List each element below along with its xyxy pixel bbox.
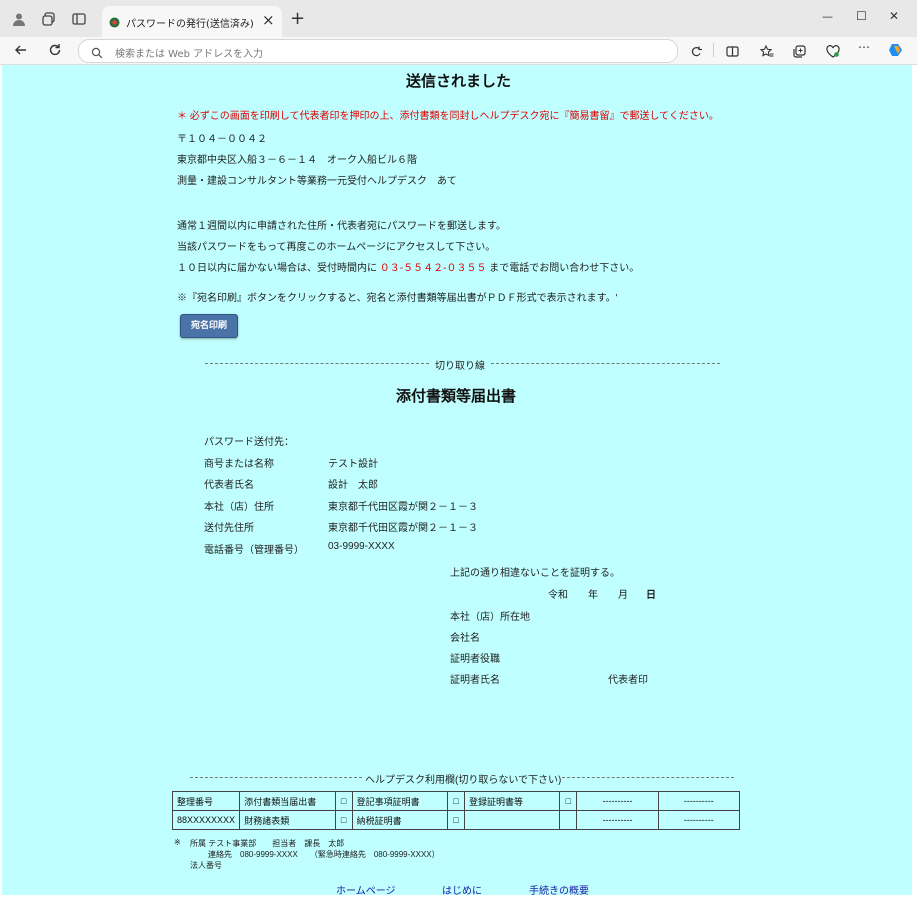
mailing-notice: ＊ 必ずこの画面を印刷して代表者印を押印の上、添付書類を同封しヘルプデスク宛に『… (177, 111, 719, 122)
form-label: 本社（店）住所 (204, 502, 274, 513)
more-options-icon[interactable]: ⋯ (858, 40, 870, 54)
table-cell: 納税証明書 (351, 810, 448, 830)
address-line: 東京都中央区入船３－６－１４ オーク入船ビル６階 (177, 155, 417, 166)
certify-seal: 代表者印 (608, 675, 648, 686)
cut-line-right (491, 363, 720, 364)
page-title: 送信されました (406, 73, 512, 90)
print-address-button[interactable]: 宛名印刷 (180, 314, 238, 338)
info-line-2: 当該パスワードをもって再度このホームページにアクセスして下さい。 (177, 242, 496, 253)
link-introduction[interactable]: はじめに (442, 882, 482, 897)
checkbox-cell[interactable]: □ (334, 791, 353, 811)
info-line-3-prefix: １０日以内に届かない場合は、受付時間内に (177, 263, 377, 274)
info-line-3: １０日以内に届かない場合は、受付時間内に ０３-５５４２-０３５５ まで電話でお… (177, 259, 639, 274)
favorites-icon[interactable] (759, 43, 774, 62)
link-procedure-overview[interactable]: 手続きの概要 (529, 882, 589, 897)
profile-icon[interactable] (12, 12, 26, 29)
table-row: 88XXXXXXXX 財務諸表類 □ 納税証明書 □ ---------- --… (171, 810, 741, 830)
checkbox-cell[interactable]: □ (559, 791, 578, 811)
form-value: 03-9999-XXXX (328, 541, 395, 552)
footnote-mark: ※ (174, 838, 181, 847)
helpdesk-line-left (190, 777, 362, 778)
checkbox-cell[interactable]: □ (334, 810, 353, 830)
browser-tab-bar: パスワードの発行(送信済み) × + — ☐ ✕ (0, 0, 917, 38)
form-value: テスト設計 (328, 459, 378, 470)
browser-toolbar: 検索または Web アドレスを入力 ⋯ (0, 37, 917, 65)
info-line-1: 通常１週間以内に申請された住所・代表者宛にパスワードを郵送します。 (177, 221, 506, 232)
form-label: 電話番号（管理番号） (204, 545, 304, 556)
table-cell: ---------- (657, 810, 741, 830)
certify-month: 月 (618, 590, 628, 601)
search-icon (91, 44, 103, 63)
table-cell: ---------- (576, 791, 659, 811)
tab-title: パスワードの発行(送信済み) (126, 19, 254, 30)
new-tab-button[interactable]: + (290, 8, 305, 29)
vertical-tabs-icon[interactable] (72, 12, 86, 29)
certify-title: 証明者役職 (450, 654, 500, 665)
table-cell: 登記事項証明書 (351, 791, 448, 811)
table-cell: 登録証明書等 (464, 791, 561, 811)
maximize-button[interactable]: ☐ (856, 9, 867, 23)
form-heading: パスワード送付先： (204, 437, 294, 448)
address-bar[interactable]: 検索または Web アドレスを入力 (78, 39, 678, 63)
checkbox-cell[interactable]: □ (446, 791, 466, 811)
form-value: 東京都千代田区霞が関２－１－３ (328, 523, 478, 534)
form-label: 商号または名称 (204, 459, 274, 470)
table-cell: 財務諸表類 (239, 810, 336, 830)
tab-close-icon[interactable]: × (262, 11, 275, 29)
print-note: ※『宛名印刷』ボタンをクリックすると、宛名と添付書類等届出書がＰＤＦ形式で表示さ… (177, 293, 618, 304)
helpdesk-label: ヘルプデスク利用欄(切り取らないで下さい) (365, 775, 562, 786)
certify-year: 年 (588, 590, 598, 601)
certify-era: 令和 (548, 590, 568, 601)
helpdesk-line-right (562, 777, 734, 778)
footnote-line-2: 連絡先 080-9999-XXXX （緊急時連絡先 080-9999-XXXX） (208, 850, 440, 859)
table-cell: 整理番号 (171, 791, 241, 811)
address-placeholder: 検索または Web アドレスを入力 (115, 49, 264, 60)
close-window-button[interactable]: ✕ (889, 9, 899, 23)
cut-line-left (205, 363, 429, 364)
table-cell: 添付書類当届出書 (239, 791, 336, 811)
table-cell (559, 810, 578, 830)
cut-line-label: 切り取り線 (435, 361, 485, 372)
tab-active[interactable]: パスワードの発行(送信済み) × (102, 6, 282, 37)
workspaces-icon[interactable] (42, 12, 56, 29)
checkbox-cell[interactable]: □ (446, 810, 466, 830)
collections-icon[interactable] (793, 43, 806, 62)
helpdesk-phone: ０３-５５４２-０３５５ (379, 263, 487, 274)
certify-company: 会社名 (450, 633, 480, 644)
form-title: 添付書類等届出書 (396, 388, 517, 405)
table-cell: ---------- (576, 810, 659, 830)
certify-location: 本社（店）所在地 (450, 612, 530, 623)
form-value: 設計 太郎 (328, 480, 378, 491)
postal-code: 〒１０４－００４２ (177, 134, 267, 145)
helpdesk-table: 整理番号 添付書類当届出書 □ 登記事項証明書 □ 登録証明書等 □ -----… (171, 791, 741, 830)
table-row: 整理番号 添付書類当届出書 □ 登記事項証明書 □ 登録証明書等 □ -----… (171, 791, 741, 811)
form-value: 東京都千代田区霞が関２－１－３ (328, 502, 478, 513)
table-cell (464, 810, 561, 830)
certify-day: 日 (646, 590, 656, 601)
footnote-line-3: 法人番号 (190, 861, 222, 870)
link-homepage[interactable]: ホームページ (336, 882, 396, 897)
page-content: 送信されました ＊ 必ずこの画面を印刷して代表者印を押印の上、添付書類を同封しヘ… (2, 65, 912, 897)
form-label: 送付先住所 (204, 523, 254, 534)
split-screen-icon[interactable] (726, 43, 739, 62)
browser-essentials-icon[interactable] (826, 43, 840, 62)
refresh-icon[interactable] (48, 42, 62, 61)
copilot-icon[interactable] (888, 42, 904, 62)
form-label: 代表者氏名 (204, 480, 254, 491)
back-arrow-icon[interactable] (14, 42, 28, 61)
table-cell: 88XXXXXXXX (171, 810, 241, 830)
certify-statement: 上記の通り相違ないことを証明する。 (450, 568, 620, 579)
recipient-line: 測量・建設コンサルタント等業務一元受付ヘルプデスク あて (177, 176, 457, 187)
info-line-3-suffix: まで電話でお問い合わせ下さい。 (489, 263, 640, 274)
certify-name: 証明者氏名 (450, 675, 500, 686)
table-cell: ---------- (657, 791, 741, 811)
toolbar-divider (713, 43, 714, 57)
footnote-line-1: 所属 テスト事業部 担当者 課長 太郎 (190, 839, 345, 848)
read-aloud-icon[interactable] (690, 43, 703, 62)
site-favicon-icon (108, 14, 121, 33)
minimize-button[interactable]: — (822, 10, 833, 23)
